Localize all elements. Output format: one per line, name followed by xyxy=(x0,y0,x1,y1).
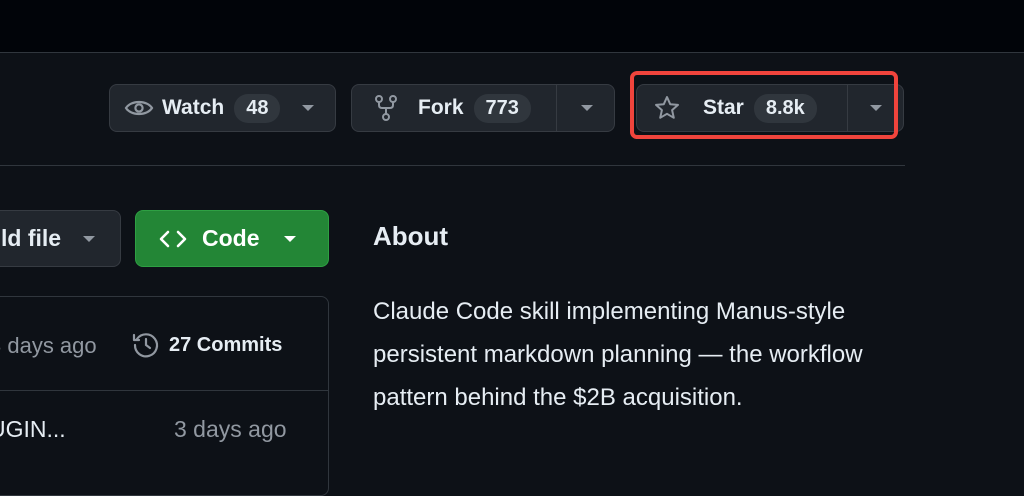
code-button[interactable]: Code xyxy=(135,210,329,267)
commits-label: 27 Commits xyxy=(169,333,283,356)
caret-down-icon xyxy=(302,105,314,111)
watch-main[interactable]: Watch 48 xyxy=(110,85,292,131)
about-description: Claude Code skill implementing Manus-sty… xyxy=(373,298,863,411)
commits-link[interactable]: 27 Commits xyxy=(131,330,282,360)
file-list-panel: 3 days ago 27 Commits UGIN... 3 days ago xyxy=(0,296,329,496)
top-bar xyxy=(0,0,1024,53)
fork-dropdown[interactable] xyxy=(557,85,593,131)
file-row-time: 3 days ago xyxy=(174,416,287,442)
watch-label: Watch xyxy=(162,96,225,119)
watch-button[interactable]: Watch 48 xyxy=(109,84,336,132)
fork-count: 773 xyxy=(473,93,531,123)
eye-icon xyxy=(124,100,154,116)
history-icon xyxy=(132,333,159,358)
fork-main[interactable]: Fork 773 xyxy=(352,85,556,131)
header-divider xyxy=(0,165,905,166)
star-button[interactable]: Star 8.8k xyxy=(636,84,904,132)
last-commit-time: 3 days ago xyxy=(0,333,97,358)
star-count: 8.8k xyxy=(753,93,817,123)
fork-button[interactable]: Fork 773 xyxy=(351,84,615,132)
star-icon xyxy=(655,96,679,119)
caret-down-icon xyxy=(283,235,296,242)
row-separator xyxy=(0,390,328,391)
star-label: Star xyxy=(703,96,744,119)
star-main[interactable]: Star 8.8k xyxy=(637,85,847,131)
watch-count: 48 xyxy=(234,93,281,123)
code-label: Code xyxy=(202,225,260,251)
add-file-button[interactable]: ld file xyxy=(0,210,121,267)
fork-label: Fork xyxy=(418,96,464,119)
star-dropdown[interactable] xyxy=(848,85,882,131)
about-heading: About xyxy=(373,221,449,251)
code-icon xyxy=(159,230,187,247)
caret-down-icon xyxy=(870,105,882,111)
add-file-label: ld file xyxy=(1,225,62,251)
file-row-name[interactable]: UGIN... xyxy=(0,416,66,443)
watch-dropdown[interactable] xyxy=(292,85,314,131)
fork-icon xyxy=(375,95,397,121)
caret-down-icon xyxy=(83,235,96,242)
caret-down-icon xyxy=(581,105,593,111)
